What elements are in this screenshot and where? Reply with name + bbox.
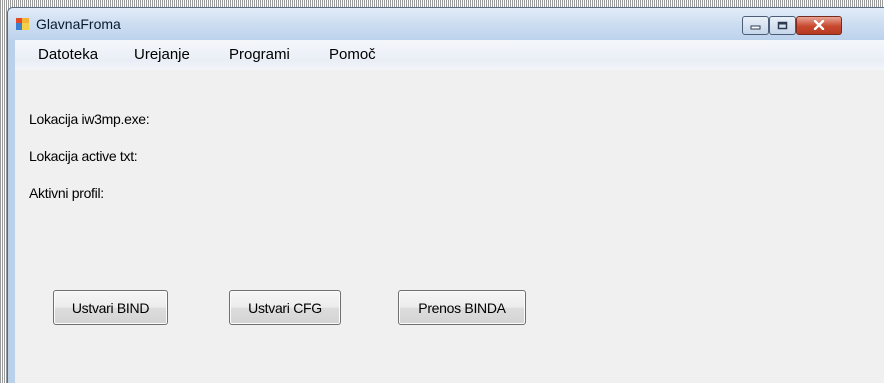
close-icon	[813, 17, 825, 35]
transfer-binda-button[interactable]: Prenos BINDA	[398, 290, 526, 325]
menu-item-datoteka[interactable]: Datoteka	[38, 40, 98, 70]
close-button[interactable]	[796, 16, 842, 35]
window-title: GlavnaFroma	[36, 16, 121, 32]
title-bar[interactable]: GlavnaFroma	[8, 8, 884, 40]
screen: GlavnaFroma Datoteka Urejanje Programi P…	[0, 0, 884, 383]
exe-location-label: Lokacija iw3mp.exe:	[29, 111, 150, 127]
create-cfg-button[interactable]: Ustvari CFG	[229, 290, 341, 325]
menu-item-pomoc[interactable]: Pomoč	[329, 40, 376, 70]
maximize-button[interactable]	[769, 16, 796, 35]
minimize-icon	[750, 17, 761, 35]
minimize-button[interactable]	[742, 16, 769, 35]
form-client-area: Lokacija iw3mp.exe: Lokacija active txt:…	[15, 70, 884, 383]
create-bind-button[interactable]: Ustvari BIND	[53, 290, 168, 325]
active-txt-location-label: Lokacija active txt:	[29, 148, 138, 164]
maximize-icon	[777, 17, 788, 35]
menu-item-programi[interactable]: Programi	[229, 40, 290, 70]
menu-item-urejanje[interactable]: Urejanje	[134, 40, 190, 70]
menu-bar: Datoteka Urejanje Programi Pomoč	[15, 40, 884, 70]
active-profile-label: Aktivni profil:	[29, 185, 104, 201]
main-window: GlavnaFroma Datoteka Urejanje Programi P…	[7, 7, 884, 383]
application-icon[interactable]	[16, 17, 29, 30]
